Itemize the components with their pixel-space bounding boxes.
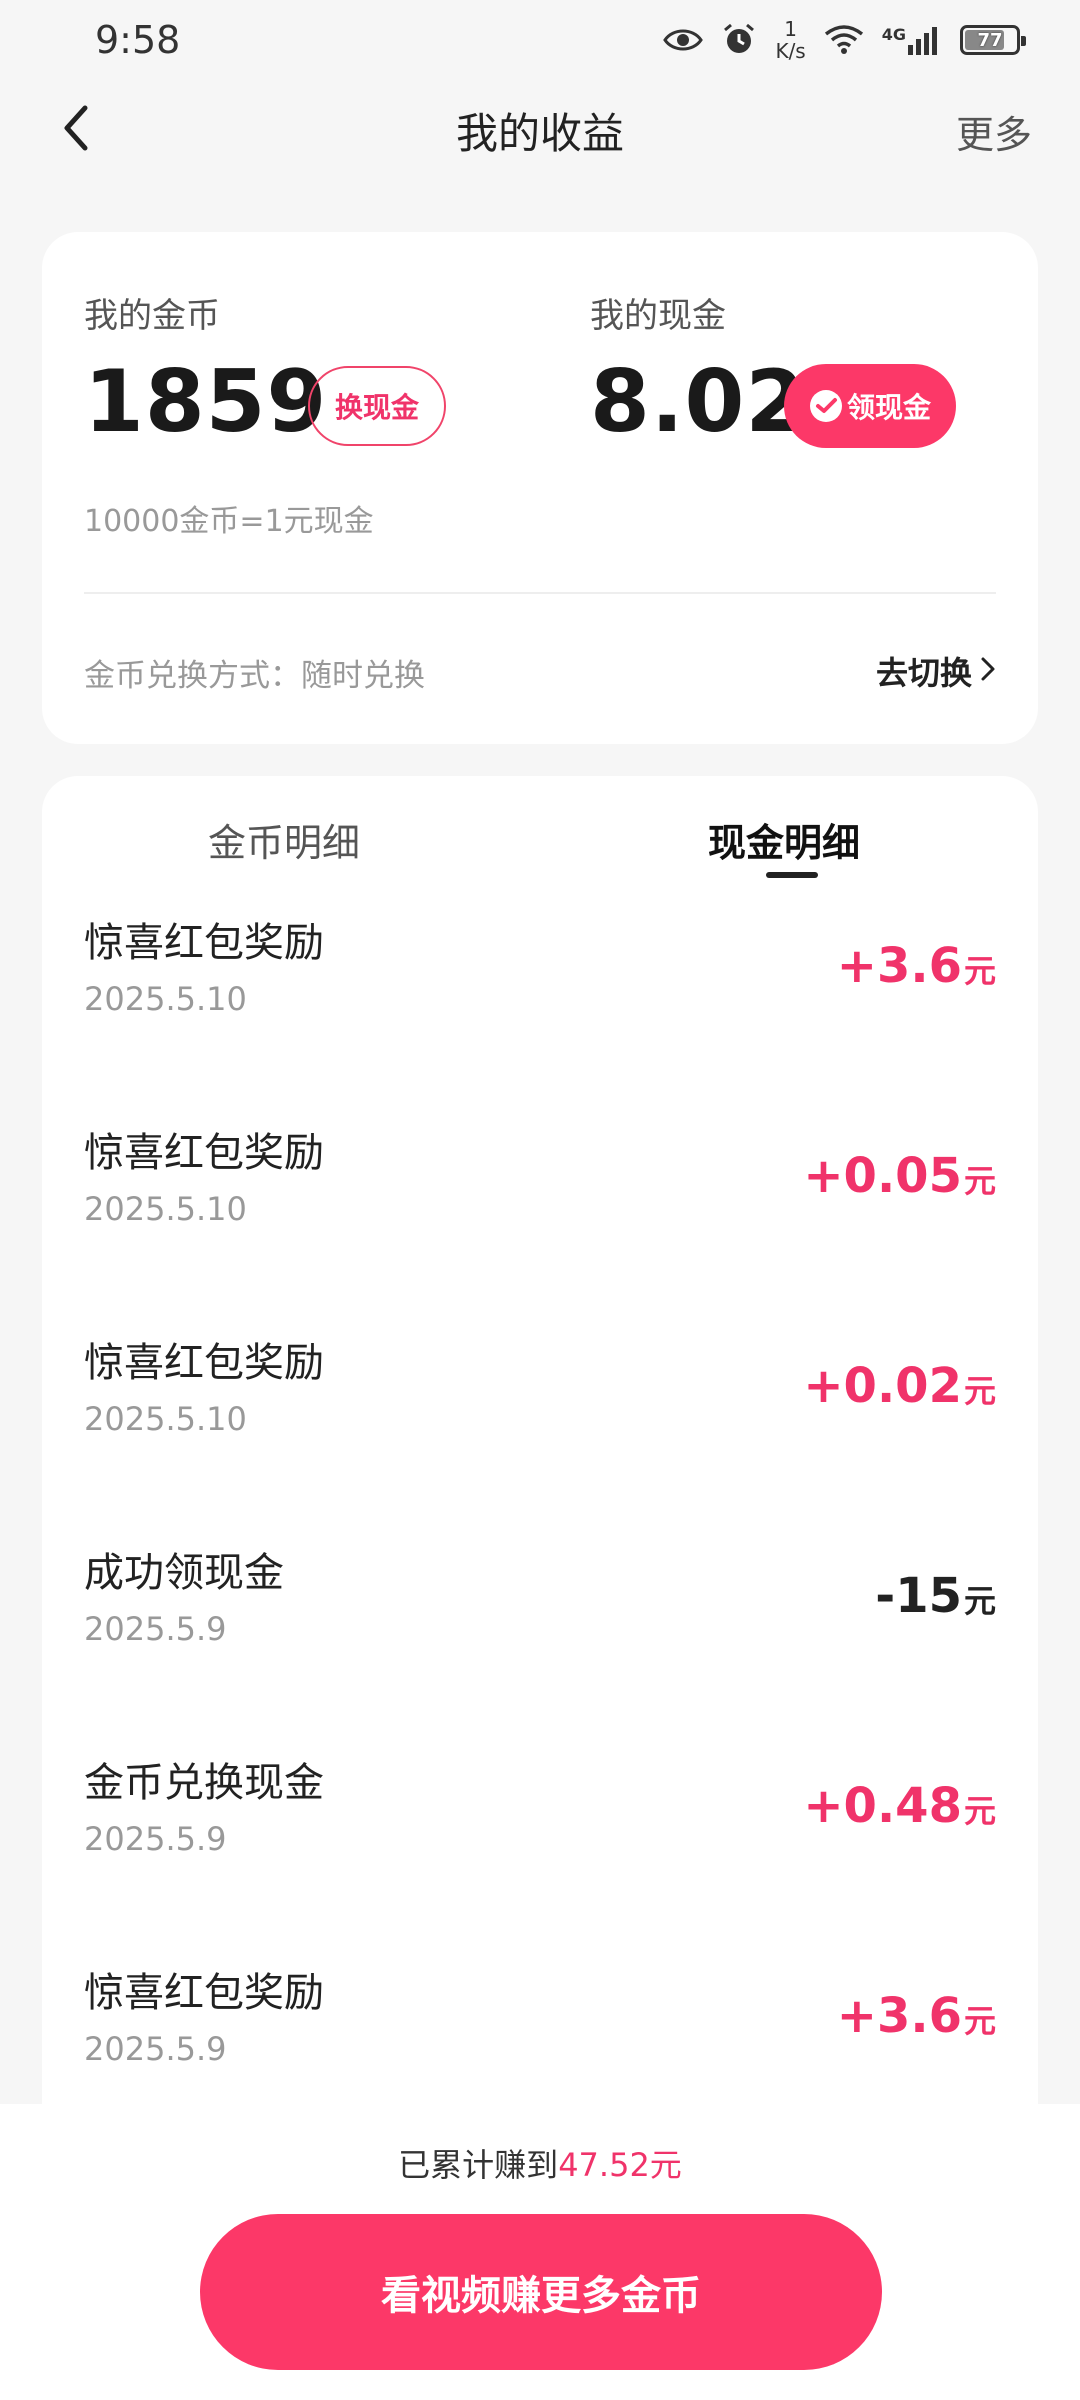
transaction-amount: +0.05 元 xyxy=(803,1148,996,1204)
transaction-row: 惊喜红包奖励 2025.5.10 +0.05 元 xyxy=(42,1096,1038,1306)
switch-mode-label: 去切换 xyxy=(875,654,972,692)
switch-mode-button[interactable]: 去切换 xyxy=(876,648,996,694)
divider xyxy=(84,592,996,594)
transaction-date: 2025.5.10 xyxy=(84,980,247,1018)
page-header: 我的收益 更多 xyxy=(0,80,1080,180)
transaction-amount: +3.6 元 xyxy=(837,1988,996,2044)
net-speed-value: 1 xyxy=(784,17,797,41)
watch-video-button[interactable]: 看视频赚更多金币 xyxy=(200,2214,882,2370)
transaction-amount: +0.48 元 xyxy=(803,1778,996,1834)
transaction-amount: +3.6 元 xyxy=(837,938,996,994)
coins-label: 我的金币 xyxy=(84,296,220,336)
transaction-date: 2025.5.10 xyxy=(84,1400,247,1438)
transaction-date: 2025.5.9 xyxy=(84,2030,227,2068)
earnings-page: 9:58 1 K/s 4G 77 我的收益 更多 我的金币 1859 换现金 我… xyxy=(0,0,1080,2400)
transaction-amount-value: +3.6 xyxy=(836,1988,962,2044)
transaction-row: 金币兑换现金 2025.5.9 +0.48 元 xyxy=(42,1726,1038,1936)
transaction-title: 成功领现金 xyxy=(84,1550,284,1596)
transaction-date: 2025.5.9 xyxy=(84,1610,227,1648)
transaction-date: 2025.5.10 xyxy=(84,1190,247,1228)
transaction-title: 惊喜红包奖励 xyxy=(84,1340,324,1386)
bottom-bar: 已累计赚到47.52元 看视频赚更多金币 xyxy=(0,2104,1080,2400)
transaction-row: 惊喜红包奖励 2025.5.10 +3.6 元 xyxy=(42,886,1038,1096)
transaction-row: 惊喜红包奖励 2025.5.10 +0.02 元 xyxy=(42,1306,1038,1516)
status-bar: 9:58 1 K/s 4G 77 xyxy=(0,0,1080,80)
eye-icon xyxy=(663,26,704,54)
transaction-date: 2025.5.9 xyxy=(84,1820,227,1858)
battery-icon: 77 xyxy=(960,25,1026,55)
transaction-title: 惊喜红包奖励 xyxy=(84,1970,324,2016)
transaction-amount-value: +0.48 xyxy=(803,1778,962,1834)
transaction-row: 成功领现金 2025.5.9 -15 元 xyxy=(42,1516,1038,1726)
battery-level: 77 xyxy=(977,29,1003,51)
status-icons: 1 K/s 4G 77 xyxy=(663,18,1026,62)
network-type: 4G xyxy=(881,25,906,44)
wifi-icon xyxy=(824,24,864,56)
transaction-amount-unit: 元 xyxy=(963,1582,996,1620)
page-title: 我的收益 xyxy=(455,108,624,158)
transaction-amount-unit: 元 xyxy=(963,1792,996,1830)
net-speed: 1 K/s xyxy=(775,18,805,62)
exchange-mode-label: 金币兑换方式：随时兑换 xyxy=(84,658,425,694)
total-earned: 已累计赚到47.52元 xyxy=(0,2140,1080,2186)
exchange-rate-note: 10000金币=1元现金 xyxy=(84,504,374,539)
back-button[interactable] xyxy=(48,102,104,158)
tab-active-indicator xyxy=(766,872,818,878)
transaction-amount-unit: 元 xyxy=(963,1372,996,1410)
chevron-left-icon xyxy=(61,104,91,156)
net-speed-unit: K/s xyxy=(775,39,806,63)
chevron-right-icon xyxy=(980,652,996,690)
wechat-icon xyxy=(809,389,843,423)
transaction-title: 惊喜红包奖励 xyxy=(84,1130,324,1176)
details-card: 金币明细 现金明细 惊喜红包奖励 2025.5.10 +3.6 元 惊喜红包奖励… xyxy=(42,776,1038,2126)
transaction-amount-unit: 元 xyxy=(963,2002,996,2040)
withdraw-cash-label: 领现金 xyxy=(846,391,931,424)
more-button[interactable]: 更多 xyxy=(956,104,1032,159)
balance-card: 我的金币 1859 换现金 我的现金 8.02 领现金 10000金币=1元现金… xyxy=(42,232,1038,744)
transaction-amount-value: +0.02 xyxy=(803,1358,962,1414)
detail-tabs: 金币明细 现金明细 xyxy=(42,776,1038,886)
tab-cash-detail[interactable]: 现金明细 xyxy=(708,812,860,867)
transaction-amount-value: +3.6 xyxy=(836,938,962,994)
total-earned-amount: 47.52元 xyxy=(558,2146,682,2184)
signal-icon: 4G xyxy=(882,25,942,55)
transaction-amount-unit: 元 xyxy=(963,952,996,990)
alarm-icon xyxy=(721,22,757,58)
coins-value: 1859 xyxy=(84,352,328,452)
transaction-amount-value: -15 xyxy=(875,1568,962,1624)
cash-value: 8.02 xyxy=(590,352,807,452)
cash-label: 我的现金 xyxy=(590,296,726,336)
transaction-title: 金币兑换现金 xyxy=(84,1760,324,1806)
exchange-cash-button[interactable]: 换现金 xyxy=(308,366,446,446)
transaction-amount: -15 元 xyxy=(875,1568,996,1624)
transaction-amount-value: +0.05 xyxy=(803,1148,962,1204)
transaction-amount-unit: 元 xyxy=(963,1162,996,1200)
transaction-row: 惊喜红包奖励 2025.5.9 +3.6 元 xyxy=(42,1936,1038,2126)
status-time: 9:58 xyxy=(95,18,181,62)
total-earned-prefix: 已累计赚到 xyxy=(398,2146,559,2184)
withdraw-cash-button[interactable]: 领现金 xyxy=(784,364,956,448)
transaction-title: 惊喜红包奖励 xyxy=(84,920,324,966)
tab-coins-detail[interactable]: 金币明细 xyxy=(208,812,360,867)
transaction-amount: +0.02 元 xyxy=(803,1358,996,1414)
